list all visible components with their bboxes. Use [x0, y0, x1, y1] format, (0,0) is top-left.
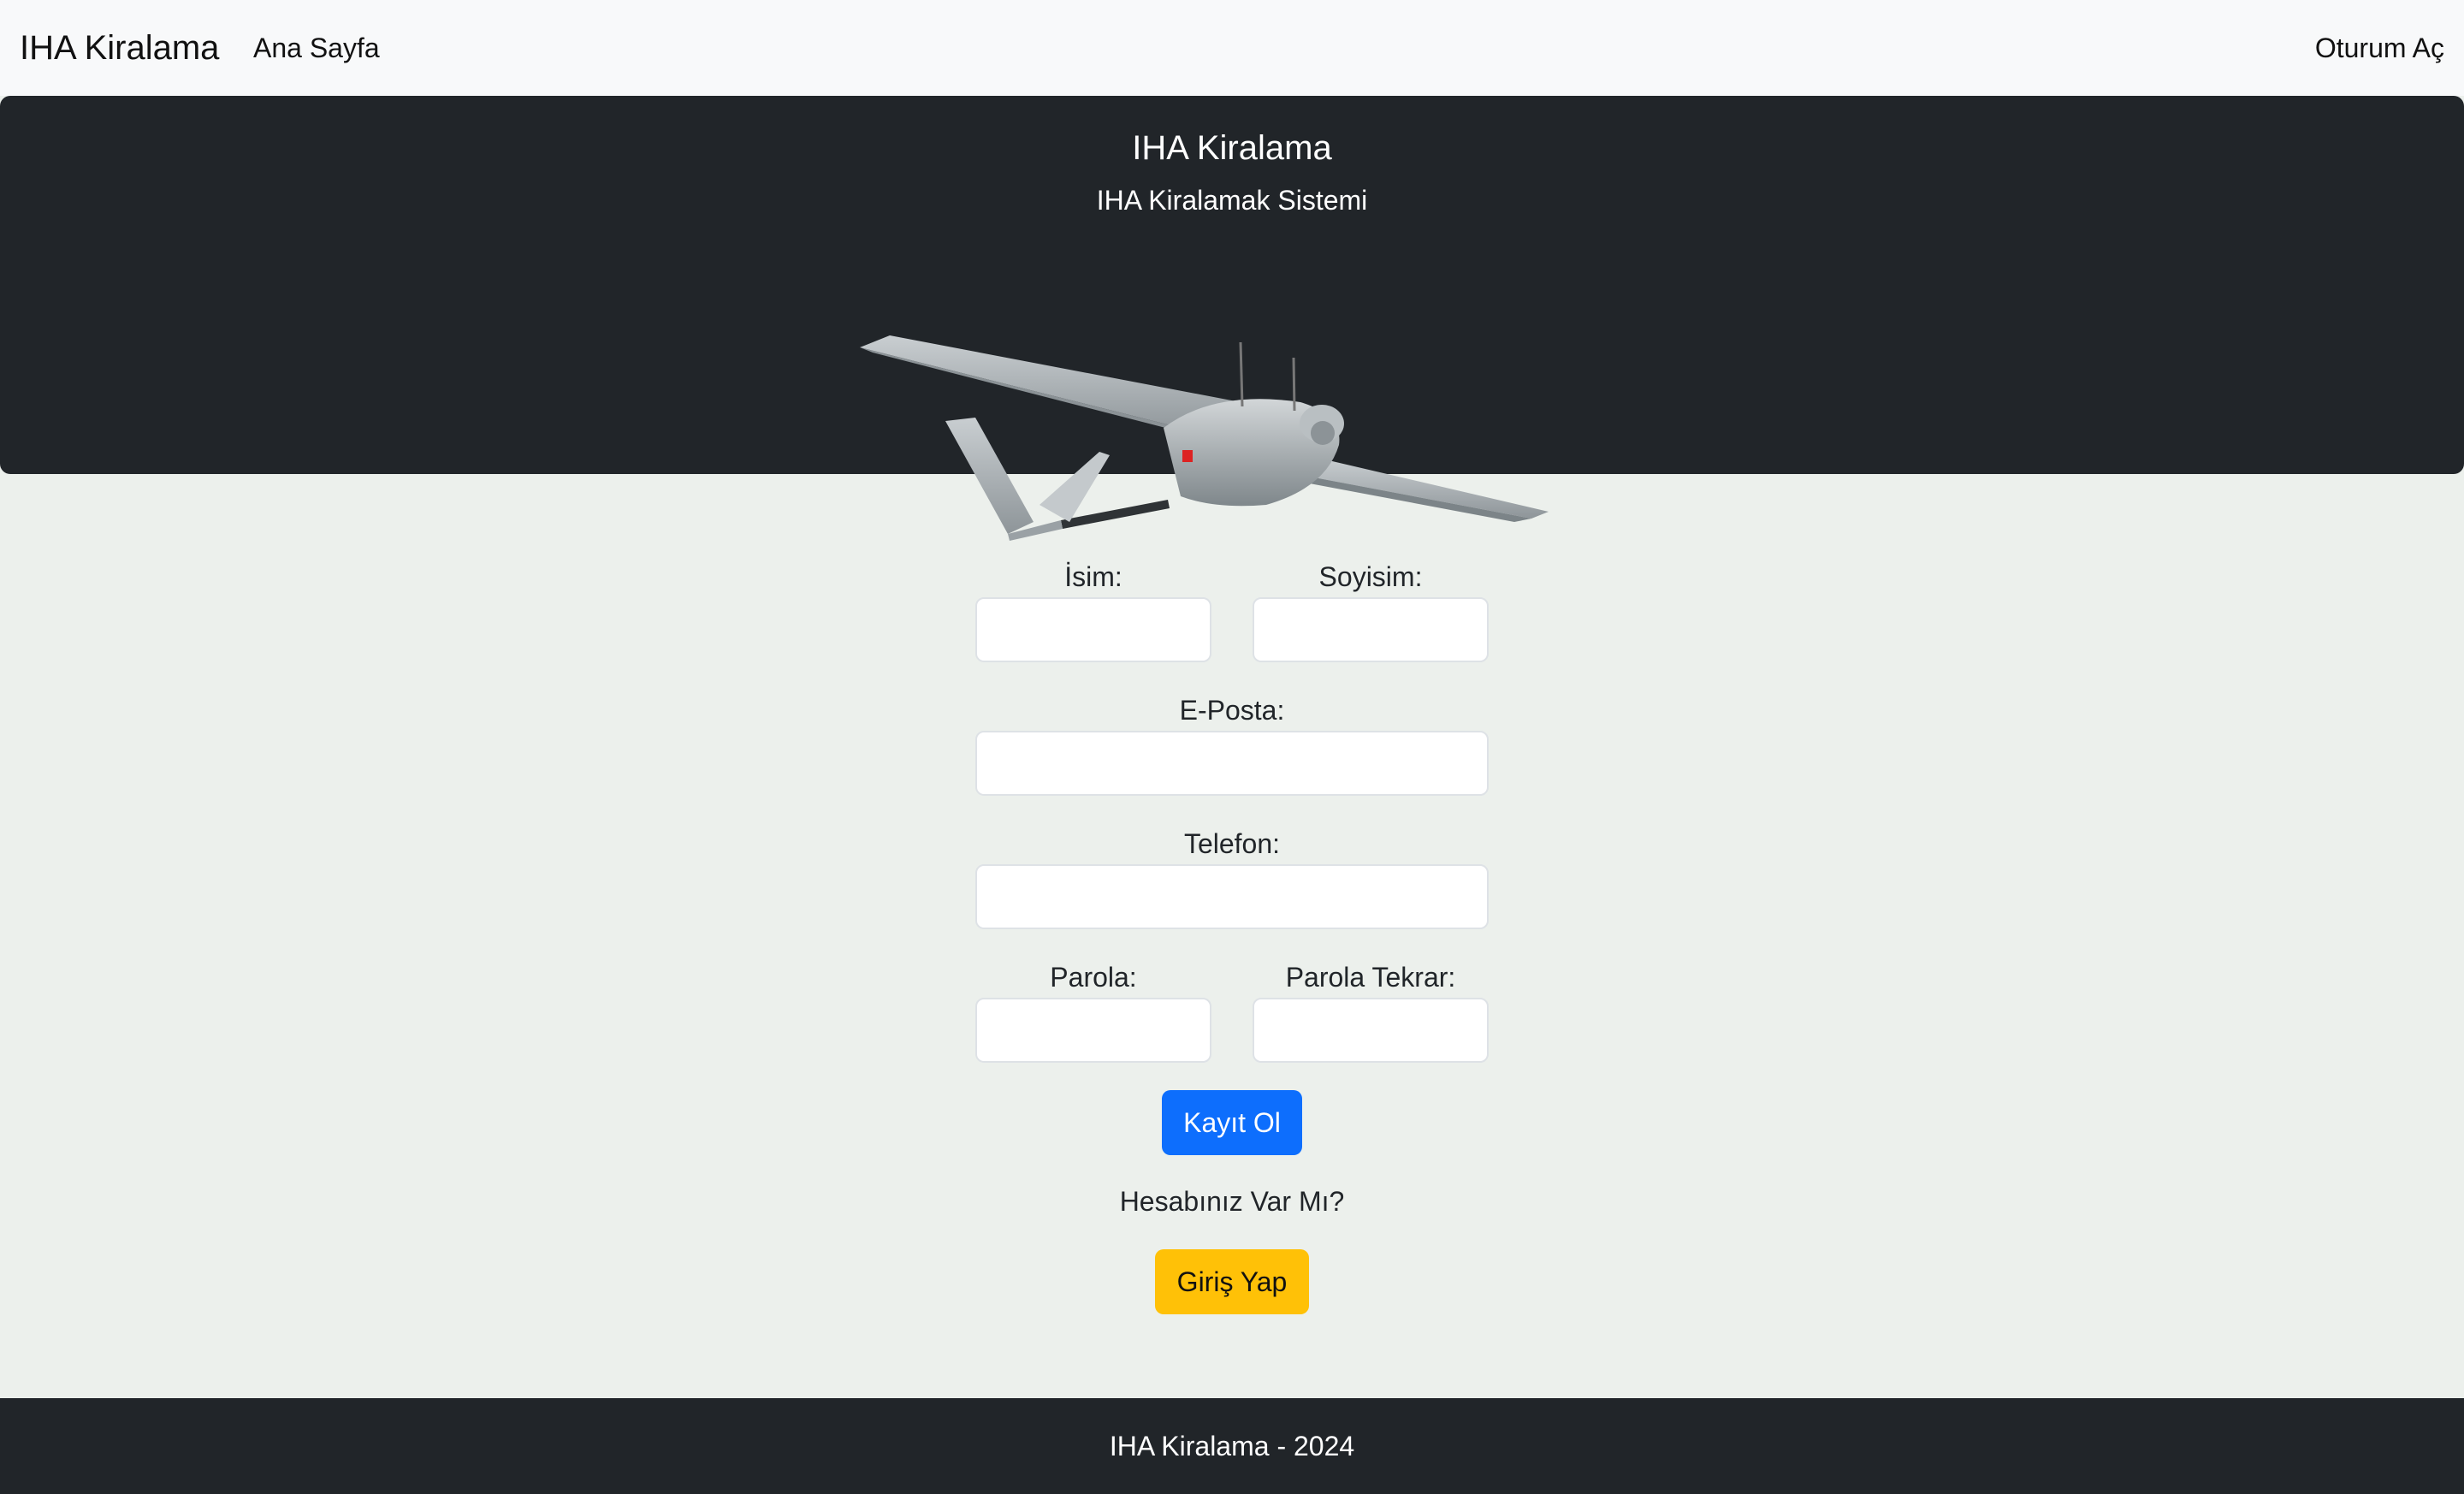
- hero-title: IHA Kiralama: [1132, 129, 1332, 167]
- password-input[interactable]: [975, 998, 1211, 1063]
- navbar: IHA Kiralama Ana Sayfa Oturum Aç: [0, 0, 2464, 96]
- hero-banner: IHA Kiralama IHA Kiralamak Sistemi: [0, 96, 2464, 541]
- password-repeat-input[interactable]: [1253, 998, 1489, 1063]
- password-repeat-label: Parola Tekrar:: [1285, 962, 1456, 993]
- first-name-label: İsim:: [1064, 561, 1122, 592]
- password-label: Parola:: [1050, 962, 1137, 993]
- last-name-label: Soyisim:: [1318, 561, 1423, 592]
- navbar-brand[interactable]: IHA Kiralama: [20, 26, 219, 70]
- nav-link-login[interactable]: Oturum Aç: [2315, 31, 2444, 65]
- first-name-input[interactable]: [975, 597, 1211, 662]
- phone-label: Telefon:: [1183, 828, 1281, 859]
- register-form: İsim: Soyisim: E-Posta: Telefon: Parola:…: [0, 474, 2464, 1398]
- hero-subtitle: IHA Kiralamak Sistemi: [1096, 185, 1368, 216]
- login-button[interactable]: Giriş Yap: [1155, 1249, 1309, 1314]
- phone-input[interactable]: [975, 864, 1489, 929]
- email-input[interactable]: [975, 731, 1489, 796]
- register-button[interactable]: Kayıt Ol: [1162, 1090, 1302, 1155]
- have-account-text: Hesabınız Var Mı?: [1119, 1186, 1345, 1217]
- footer-text: IHA Kiralama - 2024: [1109, 1431, 1355, 1461]
- nav-link-home[interactable]: Ana Sayfa: [253, 31, 380, 65]
- footer: IHA Kiralama - 2024: [0, 1398, 2464, 1494]
- email-label: E-Posta:: [1179, 695, 1285, 726]
- last-name-input[interactable]: [1253, 597, 1489, 662]
